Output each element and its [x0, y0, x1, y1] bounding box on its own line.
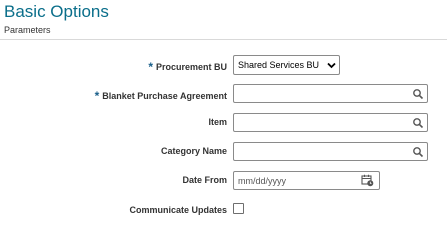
required-marker: * — [94, 89, 100, 103]
date-from-input[interactable]: mm/dd/yyyy — [233, 171, 380, 190]
blanket-purchase-agreement-label-text: Blanket Purchase Agreement — [102, 91, 227, 101]
procurement-bu-label: * Procurement BU — [148, 59, 227, 74]
date-from-placeholder: mm/dd/yyyy — [238, 176, 287, 186]
search-icon[interactable] — [412, 117, 424, 129]
procurement-bu-select[interactable]: Shared Services BU — [233, 55, 340, 75]
communicate-updates-label: Communicate Updates — [129, 205, 227, 215]
section-subtitle: Parameters — [4, 25, 51, 35]
category-name-label: Category Name — [160, 146, 227, 156]
search-icon[interactable] — [412, 88, 424, 100]
procurement-bu-label-text: Procurement BU — [155, 62, 227, 72]
header-divider — [0, 39, 447, 40]
item-row: Item — [0, 113, 447, 133]
communicate-updates-row: Communicate Updates — [0, 201, 447, 221]
procurement-bu-value: Shared Services BU — [238, 60, 320, 70]
date-from-label: Date From — [182, 175, 227, 185]
blanket-purchase-agreement-label: * Blanket Purchase Agreement — [94, 88, 227, 103]
communicate-updates-checkbox[interactable] — [233, 203, 244, 214]
date-from-row: Date From mm/dd/yyyy — [0, 171, 447, 191]
page-title: Basic Options — [4, 2, 109, 21]
blanket-purchase-agreement-row: * Blanket Purchase Agreement — [0, 84, 447, 104]
item-input[interactable] — [233, 113, 428, 132]
search-icon[interactable] — [412, 146, 424, 158]
procurement-bu-row: * Procurement BU Shared Services BU — [0, 55, 447, 75]
blanket-purchase-agreement-input[interactable] — [233, 84, 428, 103]
calendar-icon[interactable] — [361, 174, 374, 187]
chevron-down-icon — [327, 62, 336, 69]
category-name-input[interactable] — [233, 142, 428, 161]
item-label: Item — [208, 117, 227, 127]
category-name-row: Category Name — [0, 142, 447, 162]
required-marker: * — [148, 60, 153, 74]
